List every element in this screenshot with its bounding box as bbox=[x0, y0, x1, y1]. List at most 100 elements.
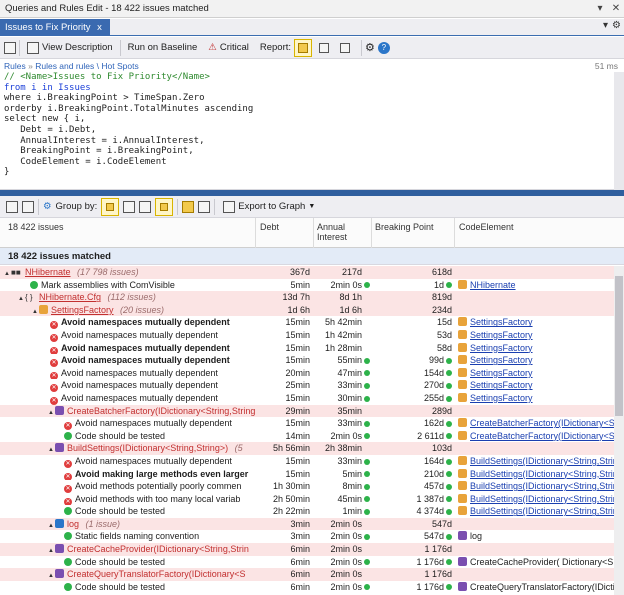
results-grid[interactable]: ▲■■ NHibernate (17 798 issues) 367d 217d 618… bbox=[0, 266, 614, 595]
table-row[interactable]: ✕ Avoid namespaces mutually dependent 15mi… bbox=[0, 455, 614, 468]
table-row[interactable]: ✕ Avoid namespaces mutually dependent 15mi… bbox=[0, 417, 614, 430]
tab-close-icon[interactable]: x bbox=[97, 22, 102, 33]
group-by-assembly-icon[interactable] bbox=[101, 197, 120, 216]
code-element-cell[interactable]: CreateCacheProvider( Dictionary<S bbox=[458, 556, 614, 569]
code-element-link[interactable]: BuildSettings(IDictionary<String,Strin bbox=[470, 481, 614, 491]
code-element-cell[interactable]: SettingsFactory bbox=[458, 379, 614, 392]
table-row[interactable]: Code should be tested 14min 2min 0s 2 611d C… bbox=[0, 430, 614, 443]
group-by-namespace-icon[interactable] bbox=[123, 200, 136, 213]
expand-toggle-icon[interactable]: ▲ bbox=[4, 268, 11, 279]
code-element-link[interactable]: CreateQueryTranslatorFactory(IDicti bbox=[470, 582, 614, 592]
pin-icon[interactable]: ▾ bbox=[592, 3, 608, 14]
group-by-rule-icon[interactable] bbox=[155, 197, 174, 216]
code-element-cell[interactable]: BuildSettings(IDictionary<String,Strin bbox=[458, 505, 614, 518]
table-row[interactable]: Code should be tested 6min 2min 0s 1 176d Cr… bbox=[0, 556, 614, 569]
table-row[interactable]: ✕ Avoid namespaces mutually dependent 15mi… bbox=[0, 316, 614, 329]
code-element-link[interactable]: BuildSettings(IDictionary<String,Strin bbox=[470, 456, 614, 466]
code-element-cell[interactable]: SettingsFactory bbox=[458, 367, 614, 380]
table-row[interactable]: Code should be tested 2h 22min 1min 4 374d B… bbox=[0, 505, 614, 518]
table-row[interactable]: ▲ CreateQueryTranslatorFactory(IDictionar… bbox=[0, 568, 614, 581]
expand-toggle-icon[interactable]: ▲ bbox=[18, 293, 25, 304]
breadcrumb-path[interactable]: Rules and rules \ Hot Spots bbox=[35, 61, 138, 71]
code-element-cell[interactable]: log bbox=[458, 530, 614, 543]
code-element-cell[interactable]: SettingsFactory bbox=[458, 329, 614, 342]
code-element-cell[interactable]: CreateBatcherFactory(IDictionary<S bbox=[458, 417, 614, 430]
code-element-link[interactable]: log bbox=[470, 531, 482, 541]
expand-all-icon[interactable] bbox=[6, 200, 18, 213]
document-icon[interactable] bbox=[198, 200, 211, 213]
table-row[interactable]: Mark assemblies with ComVisible 5min 2min … bbox=[0, 279, 614, 292]
col-code-element[interactable]: CodeElement bbox=[459, 222, 514, 232]
table-row[interactable]: ▲ SettingsFactory (20 issues) 1d 6h 1d 6h 23… bbox=[0, 303, 614, 317]
expand-toggle-icon[interactable]: ▲ bbox=[48, 570, 55, 581]
dropdown-icon[interactable]: ▾ bbox=[603, 20, 608, 31]
table-row[interactable]: ▲■■ NHibernate (17 798 issues) 367d 217d 618… bbox=[0, 266, 614, 279]
run-on-baseline-button[interactable]: Run on Baseline bbox=[124, 39, 202, 57]
expand-toggle-icon[interactable]: ▲ bbox=[48, 520, 55, 531]
col-annual-interest[interactable]: Annual Interest bbox=[317, 222, 367, 242]
code-element-link[interactable]: SettingsFactory bbox=[470, 317, 533, 327]
save-icon[interactable] bbox=[4, 41, 16, 54]
table-row[interactable]: ▲ CreateBatcherFactory(IDictionary<String… bbox=[0, 404, 614, 418]
table-row[interactable]: ▲ BuildSettings(IDictionary<String,String… bbox=[0, 442, 614, 455]
editor-scrollbar[interactable] bbox=[614, 72, 624, 190]
code-element-cell[interactable]: BuildSettings(IDictionary<String,Strin bbox=[458, 468, 614, 481]
folder-icon[interactable] bbox=[182, 200, 195, 213]
collapse-all-icon[interactable] bbox=[22, 200, 34, 213]
export-to-graph-button[interactable]: Export to Graph ▼ bbox=[219, 198, 319, 216]
table-row[interactable]: ✕ Avoid methods with too many local varia… bbox=[0, 493, 614, 506]
breadcrumb-root[interactable]: Rules bbox=[4, 61, 26, 71]
table-row[interactable]: ▲{ } NHibernate.Cfg (112 issues) 13d 7h 8d … bbox=[0, 291, 614, 304]
settings-icon[interactable]: ⚙ bbox=[365, 41, 375, 54]
code-element-link[interactable]: SettingsFactory bbox=[470, 393, 533, 403]
view-description-button[interactable]: View Description bbox=[23, 39, 117, 57]
report-issues-icon[interactable] bbox=[315, 39, 333, 57]
table-row[interactable]: ✕ Avoid methods potentially poorly commen… bbox=[0, 480, 614, 493]
table-row[interactable]: ✕ Avoid namespaces mutually dependent 15mi… bbox=[0, 329, 614, 342]
code-element-cell[interactable]: CreateBatcherFactory(IDictionary<St bbox=[458, 430, 614, 443]
code-element-link[interactable]: SettingsFactory bbox=[470, 330, 533, 340]
critical-button[interactable]: ⚠ Critical bbox=[204, 39, 253, 57]
code-element-link[interactable]: CreateCacheProvider( Dictionary<S bbox=[470, 557, 613, 567]
table-row[interactable]: ✕ Avoid namespaces mutually dependent 15mi… bbox=[0, 342, 614, 355]
code-element-link[interactable]: SettingsFactory bbox=[470, 380, 533, 390]
table-row[interactable]: ▲ CreateCacheProvider(IDictionary<String,… bbox=[0, 543, 614, 556]
table-row[interactable]: ✕ Avoid making large methods even larger 1… bbox=[0, 468, 614, 481]
code-element-cell[interactable]: SettingsFactory bbox=[458, 354, 614, 367]
gear-icon[interactable]: ⚙ bbox=[612, 20, 621, 31]
results-scrollbar[interactable] bbox=[614, 266, 624, 595]
table-row[interactable]: ✕ Avoid namespaces mutually dependent 15mi… bbox=[0, 392, 614, 405]
table-row[interactable]: ✕ Avoid namespaces mutually dependent 20mi… bbox=[0, 367, 614, 380]
code-element-link[interactable]: SettingsFactory bbox=[470, 343, 533, 353]
table-row[interactable]: ✕ Avoid namespaces mutually dependent 25mi… bbox=[0, 379, 614, 392]
code-element-link[interactable]: BuildSettings(IDictionary<String,Strin bbox=[470, 506, 614, 516]
code-element-link[interactable]: CreateBatcherFactory(IDictionary<St bbox=[470, 431, 614, 441]
code-element-link[interactable]: CreateBatcherFactory(IDictionary<S bbox=[470, 418, 614, 428]
expand-toggle-icon[interactable]: ▲ bbox=[48, 407, 55, 418]
code-element-cell[interactable]: SettingsFactory bbox=[458, 342, 614, 355]
query-editor[interactable]: // <Name>Issues to Fix Priority</Name> f… bbox=[0, 72, 624, 190]
code-element-cell[interactable]: SettingsFactory bbox=[458, 392, 614, 405]
report-trend-icon[interactable] bbox=[336, 39, 354, 57]
code-element-link[interactable]: SettingsFactory bbox=[470, 355, 533, 365]
code-element-cell[interactable]: BuildSettings(IDictionary<String,Strin bbox=[458, 455, 614, 468]
code-element-cell[interactable]: BuildSettings(IDictionary<String,Strin bbox=[458, 480, 614, 493]
code-element-cell[interactable]: NHibernate bbox=[458, 279, 614, 292]
table-row[interactable]: ▲ log (1 issue) 3min 2min 0s 547d bbox=[0, 517, 614, 531]
code-element-link[interactable]: SettingsFactory bbox=[470, 368, 533, 378]
table-row[interactable]: Code should be tested 6min 2min 0s 1 176d Cr… bbox=[0, 581, 614, 594]
code-element-link[interactable]: BuildSettings(IDictionary<String,Strin bbox=[470, 494, 614, 504]
col-debt[interactable]: Debt bbox=[260, 222, 279, 232]
report-rule-icon[interactable] bbox=[294, 38, 313, 57]
code-element-cell[interactable]: CreateQueryTranslatorFactory(IDicti bbox=[458, 581, 614, 594]
col-breaking-point[interactable]: Breaking Point bbox=[375, 222, 434, 232]
code-element-cell[interactable]: SettingsFactory bbox=[458, 316, 614, 329]
expand-toggle-icon[interactable]: ▲ bbox=[32, 306, 39, 317]
col-issues[interactable]: 18 422 issues bbox=[8, 222, 64, 232]
expand-toggle-icon[interactable]: ▲ bbox=[48, 444, 55, 455]
close-icon[interactable]: ✕ bbox=[608, 3, 624, 14]
code-element-link[interactable]: NHibernate bbox=[470, 280, 516, 290]
code-element-cell[interactable]: BuildSettings(IDictionary<String,Strin bbox=[458, 493, 614, 506]
table-row[interactable]: Static fields naming convention 3min 2min … bbox=[0, 530, 614, 543]
expand-toggle-icon[interactable]: ▲ bbox=[48, 545, 55, 556]
